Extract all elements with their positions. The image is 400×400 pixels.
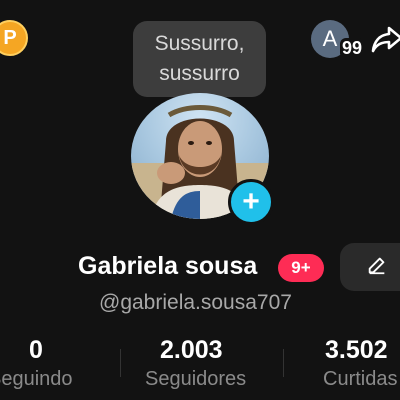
following-label[interactable]: Seguindo [0,368,73,391]
coin-icon[interactable]: P [0,20,28,56]
edit-profile-button[interactable] [340,243,400,291]
followers-label[interactable]: Seguidores [145,368,246,391]
likes-label[interactable]: Curtidas [323,368,397,391]
profile-username: @gabriela.sousa707 [99,291,292,314]
pencil-icon [366,254,388,281]
account-initial: A [322,26,338,51]
account-notification-count: 99 [340,38,365,59]
profile-name: Gabriela sousa [78,252,258,280]
share-icon[interactable] [370,22,400,56]
stats-divider [283,349,284,377]
likes-count[interactable]: 3.502 [325,336,388,365]
stats-divider [120,349,121,377]
plus-icon: + [242,185,260,218]
tooltip-line-2: sussurro [159,62,240,85]
notification-badge[interactable]: 9+ [278,254,324,282]
following-count[interactable]: 0 [16,336,56,365]
tooltip-line-1: Sussurro, [154,32,245,55]
add-profile-photo-button[interactable]: + [228,179,274,225]
tooltip-bubble: Sussurro, sussurro [133,21,266,97]
followers-count[interactable]: 2.003 [160,336,223,365]
